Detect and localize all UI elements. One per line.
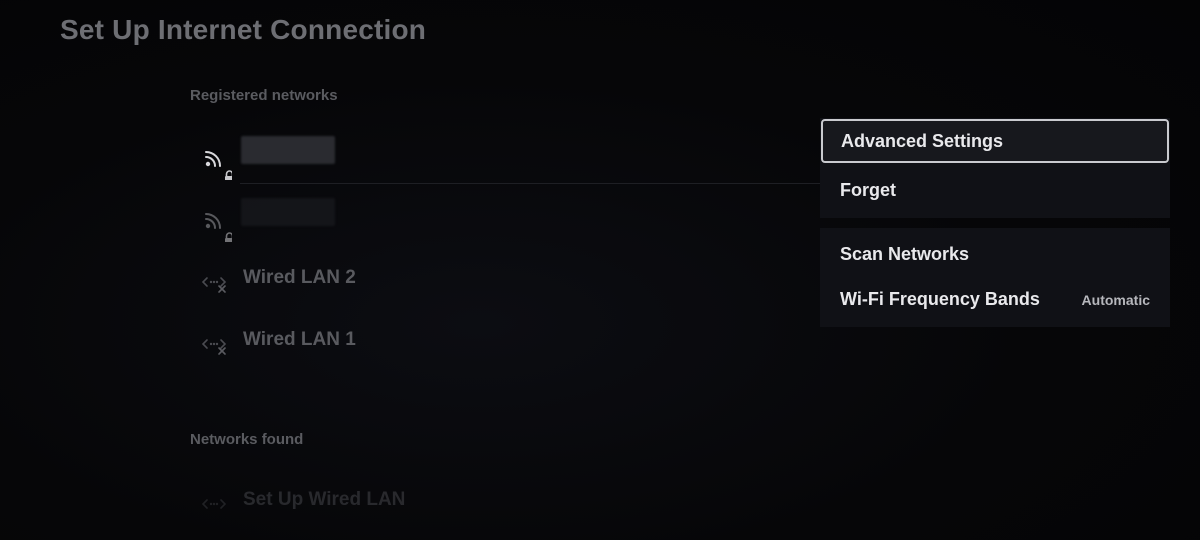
network-name-redacted bbox=[241, 198, 335, 226]
network-name-redacted bbox=[241, 136, 335, 164]
screen: Set Up Internet Connection Registered ne… bbox=[0, 0, 1200, 540]
network-row-wifi-2[interactable] bbox=[200, 194, 820, 245]
row-divider bbox=[240, 183, 820, 184]
wifi-frequency-bands-menu-item[interactable]: Wi-Fi Frequency Bands Automatic bbox=[820, 277, 1170, 321]
menu-item-label: Scan Networks bbox=[840, 244, 970, 264]
network-row-wired-lan-2[interactable]: Wired LAN 2 bbox=[200, 258, 820, 306]
advanced-settings-menu-item[interactable]: Advanced Settings bbox=[821, 119, 1169, 163]
network-row-wired-lan-1[interactable]: Wired LAN 1 bbox=[200, 320, 820, 368]
menu-item-label: Wi-Fi Frequency Bands bbox=[840, 289, 1040, 309]
registered-networks-heading: Registered networks bbox=[190, 87, 338, 104]
wired-lan-disconnected-icon bbox=[200, 266, 232, 298]
menu-item-label: Forget bbox=[840, 180, 896, 200]
scan-networks-menu-item[interactable]: Scan Networks bbox=[820, 232, 1170, 276]
network-row-set-up-wired-lan[interactable]: Set Up Wired LAN bbox=[200, 480, 820, 528]
wifi-frequency-bands-value: Automatic bbox=[1081, 292, 1150, 308]
menu-item-label: Advanced Settings bbox=[841, 131, 1004, 151]
wifi-signal-icon bbox=[200, 202, 234, 245]
options-menu-group-2: Scan Networks Wi-Fi Frequency Bands Auto… bbox=[820, 228, 1170, 327]
networks-found-heading: Networks found bbox=[190, 431, 304, 448]
network-row-wifi-1[interactable] bbox=[200, 132, 820, 183]
wifi-signal-icon bbox=[200, 140, 234, 183]
network-label: Wired LAN 1 bbox=[243, 329, 356, 350]
forget-menu-item[interactable]: Forget bbox=[820, 168, 1170, 212]
page-title: Set Up Internet Connection bbox=[60, 14, 427, 45]
wired-lan-disconnected-icon bbox=[200, 328, 232, 360]
wired-lan-icon bbox=[200, 488, 232, 520]
network-label: Set Up Wired LAN bbox=[243, 489, 406, 510]
options-menu-group-1: Advanced Settings Forget bbox=[820, 118, 1170, 218]
network-label: Wired LAN 2 bbox=[243, 267, 356, 288]
